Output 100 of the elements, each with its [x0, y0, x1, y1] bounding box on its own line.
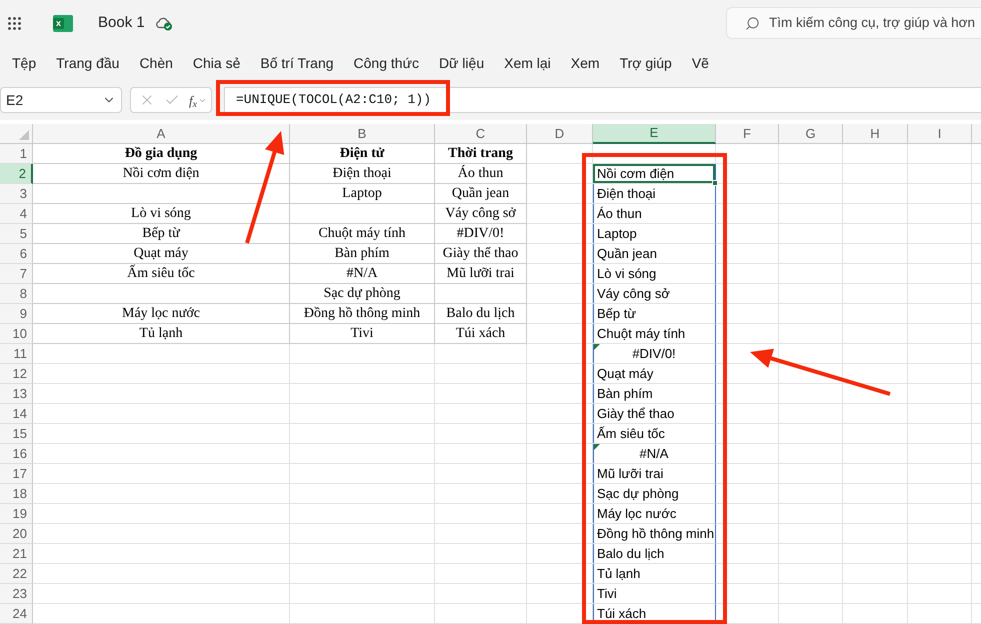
- table-cell: Balo du lịch: [593, 544, 716, 564]
- table-cell: Quần jean: [435, 184, 527, 204]
- column-header[interactable]: B: [290, 124, 435, 144]
- search-field[interactable]: Tìm kiếm công cụ, trợ giúp và hơn: [726, 7, 981, 39]
- column-header[interactable]: D: [527, 124, 593, 144]
- row-header[interactable]: 18: [0, 484, 33, 504]
- name-box[interactable]: E2: [0, 87, 122, 113]
- table-cell: Mũ lưỡi trai: [593, 464, 716, 484]
- table-cell: Váy công sở: [435, 204, 527, 224]
- menu-tab[interactable]: Vẽ: [692, 52, 709, 74]
- table-cell: Lò vi sóng: [593, 264, 716, 284]
- table-cell: Áo thun: [435, 164, 527, 184]
- error-value: #N/A: [640, 444, 668, 463]
- menu-tab[interactable]: Chèn: [139, 52, 173, 74]
- row-header[interactable]: 9: [0, 304, 33, 324]
- column-header[interactable]: A: [33, 124, 290, 144]
- table-cell: Bàn phím: [593, 384, 716, 404]
- table-cell: Máy lọc nước: [593, 504, 716, 524]
- table-cell: Điện thoại: [290, 164, 435, 184]
- menu-tab[interactable]: Bố trí Trang: [260, 52, 334, 74]
- table-cell: Bàn phím: [290, 244, 435, 264]
- table-header-cell: Thời trang: [435, 144, 527, 164]
- row-header[interactable]: 24: [0, 604, 33, 624]
- row-header[interactable]: 12: [0, 364, 33, 384]
- menu-tab[interactable]: Chia sẻ: [192, 52, 240, 74]
- row-header[interactable]: 4: [0, 204, 33, 224]
- table-cell: Laptop: [593, 224, 716, 244]
- row-header[interactable]: 5: [0, 224, 33, 244]
- error-value: #DIV/0!: [632, 344, 676, 363]
- menu-tab[interactable]: Dữ liệu: [438, 52, 484, 74]
- table-cell: Nồi cơm điện: [33, 164, 290, 184]
- column-header[interactable]: I: [908, 124, 972, 144]
- row-header[interactable]: 13: [0, 384, 33, 404]
- menu-tab[interactable]: Trợ giúp: [620, 52, 672, 74]
- table-cell: Lò vi sóng: [33, 204, 290, 224]
- menu-tab[interactable]: Xem: [570, 52, 600, 74]
- menu-tab[interactable]: Tệp: [12, 52, 36, 74]
- row-header[interactable]: 1: [0, 144, 33, 164]
- table-cell: Sạc dự phòng: [290, 284, 435, 304]
- row-header[interactable]: 16: [0, 444, 33, 464]
- table-cell: Ấm siêu tốc: [593, 424, 716, 444]
- table-cell: Tủ lạnh: [593, 564, 716, 584]
- table-cell: Chuột máy tính: [290, 224, 435, 244]
- table-cell: Balo du lịch: [435, 304, 527, 324]
- table-cell: Tivi: [593, 584, 716, 604]
- column-header[interactable]: E: [593, 124, 716, 144]
- column-header[interactable]: C: [435, 124, 527, 144]
- column-header[interactable]: F: [716, 124, 779, 144]
- table-cell: Nồi cơm điện: [593, 164, 716, 184]
- table-cell: Váy công sở: [593, 284, 716, 304]
- row-header[interactable]: 8: [0, 284, 33, 304]
- table-cell: Túi xách: [435, 324, 527, 344]
- corner-cell[interactable]: [0, 124, 33, 144]
- menu-tab[interactable]: Xem lại: [504, 52, 551, 74]
- row-header[interactable]: 2: [0, 164, 33, 184]
- table-cell: Áo thun: [593, 204, 716, 224]
- row-header[interactable]: 20: [0, 524, 33, 544]
- table-header-cell: Đồ gia dụng: [33, 144, 290, 164]
- table-cell: Giày thể thao: [435, 244, 527, 264]
- table-cell: Máy lọc nước: [33, 304, 290, 324]
- row-header[interactable]: 11: [0, 344, 33, 364]
- table-cell: Giày thể thao: [593, 404, 716, 424]
- table-cell: #DIV/0!: [435, 224, 527, 244]
- row-header[interactable]: 7: [0, 264, 33, 284]
- row-header[interactable]: 23: [0, 584, 33, 604]
- fill-handle[interactable]: [712, 180, 718, 186]
- row-header[interactable]: 10: [0, 324, 33, 344]
- table-cell: Chuột máy tính: [593, 324, 716, 344]
- table-header-cell: Điện tử: [290, 144, 435, 164]
- cloud-check-icon[interactable]: [154, 16, 173, 30]
- table-cell: Tivi: [290, 324, 435, 344]
- table-cell: Quạt máy: [33, 244, 290, 264]
- app-launcher-icon[interactable]: [8, 16, 21, 30]
- column-header[interactable]: G: [779, 124, 843, 144]
- table-cell: Bếp từ: [33, 224, 290, 244]
- table-cell: Quần jean: [593, 244, 716, 264]
- document-title[interactable]: Book 1: [98, 12, 145, 34]
- table-cell: Điện thoại: [593, 184, 716, 204]
- table-cell: Bếp từ: [593, 304, 716, 324]
- table-cell: Sạc dự phòng: [593, 484, 716, 504]
- menu-tab[interactable]: Công thức: [354, 52, 419, 74]
- row-header[interactable]: 19: [0, 504, 33, 524]
- row-header[interactable]: 3: [0, 184, 33, 204]
- row-header[interactable]: 15: [0, 424, 33, 444]
- row-header[interactable]: 17: [0, 464, 33, 484]
- table-cell: Ấm siêu tốc: [33, 264, 290, 284]
- table-cell: Tủ lạnh: [33, 324, 290, 344]
- row-header[interactable]: 6: [0, 244, 33, 264]
- table-cell: Laptop: [290, 184, 435, 204]
- insert-function-button[interactable]: f$_{x}$: [189, 94, 197, 106]
- row-header[interactable]: 14: [0, 404, 33, 424]
- table-cell: Đồng hồ thông minh: [593, 524, 716, 544]
- column-header[interactable]: H: [843, 124, 908, 144]
- table-cell: Đồng hồ thông minh: [290, 304, 435, 324]
- formula-field[interactable]: =UNIQUE(TOCOL(A2:C10; 1)): [224, 87, 981, 113]
- menu-tab[interactable]: Trang đầu: [56, 52, 120, 74]
- app-logo: x: [53, 14, 73, 32]
- row-header[interactable]: 22: [0, 564, 33, 584]
- search-icon: [745, 16, 760, 30]
- row-header[interactable]: 21: [0, 544, 33, 564]
